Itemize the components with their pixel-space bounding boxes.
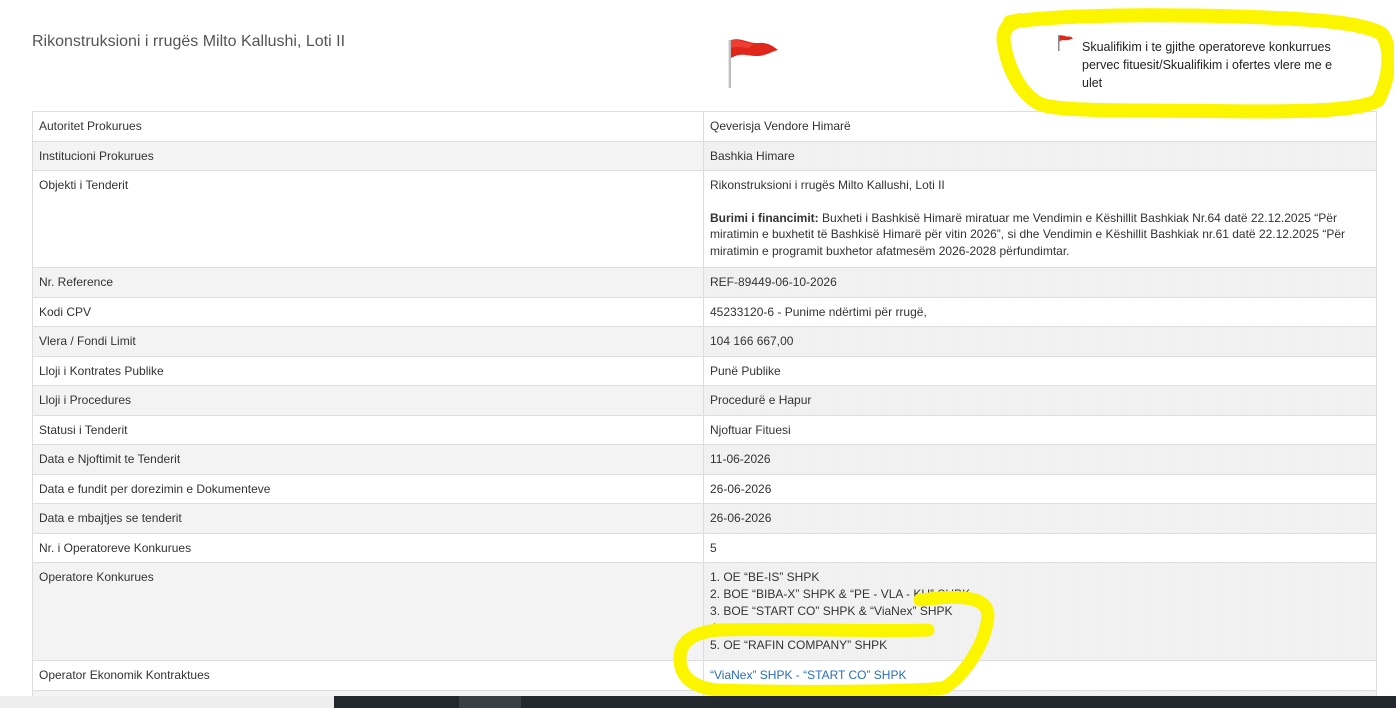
row-label: Institucioni Prokurues [32,140,704,171]
row-label: Objekti i Tenderit [32,170,704,268]
small-red-flag-icon [1058,35,1073,51]
table-row: Kodi CPV 45233120-6 - Punime ndërtimi pë… [32,296,1377,327]
table-row: Lloji i Kontrates Publike Punë Publike [32,355,1377,386]
row-label: Data e mbajtjes se tenderit [32,503,704,534]
list-item: 5. OE “RAFIN COMPANY” SHPK [710,638,888,652]
table-row: Statusi i Tenderit Njoftuar Fituesi [32,414,1377,445]
table-row: Vlera / Fondi Limit 104 166 667,00 [32,326,1377,357]
table-row: Objekti i Tenderit Rikonstruksioni i rru… [32,170,1377,268]
row-value: “ViaNex” SHPK - “START CO” SHPK [703,660,1377,691]
operators-list: 1. OE “BE-IS” SHPK 2. BOE “BIBA-X” SHPK … [703,562,1377,661]
table-row: Institucioni Prokurues Bashkia Himare [32,140,1377,171]
row-label: Data e Njoftimit te Tenderit [32,444,704,475]
row-label: Data e fundit per dorezimin e Dokumentev… [32,473,704,504]
table-row: Data e fundit per dorezimin e Dokumentev… [32,473,1377,504]
row-value: Bashkia Himare [703,140,1377,171]
page-title: Rikonstruksioni i rrugës Milto Kallushi,… [32,33,346,50]
row-value: Rikonstruksioni i rrugës Milto Kallushi,… [703,170,1377,268]
row-label: Vlera / Fondi Limit [32,326,704,357]
table-row: Data e mbajtjes se tenderit 26-06-2026 [32,503,1377,534]
table-row: Data e Njoftimit te Tenderit 11-06-2026 [32,444,1377,475]
taskbar-item[interactable] [459,696,521,708]
red-flag-icon [728,39,778,88]
table-row: Autoritet Prokurues Qeverisja Vendore Hi… [32,111,1377,142]
row-value: Procedurë e Hapur [703,385,1377,416]
table-row: Nr. Reference REF-89449-06-10-2026 [32,267,1377,298]
list-item: 2. BOE “BIBA-X” SHPK & “PE - VLA - KU” S… [710,587,971,601]
row-value: 104 166 667,00 [703,326,1377,357]
contractor-link[interactable]: “ViaNex” SHPK - “START CO” SHPK [710,668,906,682]
row-value: REF-89449-06-10-2026 [703,267,1377,298]
table-row: Operator Ekonomik Kontraktues “ViaNex” S… [32,660,1377,691]
row-label: Nr. i Operatoreve Konkurues [32,532,704,563]
row-label: Statusi i Tenderit [32,414,704,445]
row-value: Punë Publike [703,355,1377,386]
row-label: Nr. Reference [32,267,704,298]
table-row: Operatore Konkurues 1. OE “BE-IS” SHPK 2… [32,562,1377,661]
tender-object: Rikonstruksioni i rrugës Milto Kallushi,… [710,178,945,192]
taskbar-strip [0,696,1396,708]
row-value: 26-06-2026 [703,503,1377,534]
row-value: Njoftuar Fituesi [703,414,1377,445]
table-row: Nr. i Operatoreve Konkurues 5 [32,532,1377,563]
row-label: Operator Ekonomik Kontraktues [32,660,704,691]
taskbar-light-area [0,696,334,708]
funding-label: Burimi i financimit: [710,210,819,225]
funding-source: Burimi i financimit: Buxheti i Bashkisë … [710,210,1370,260]
row-value: Qeverisja Vendore Himarë [703,111,1377,142]
row-value: 11-06-2026 [703,444,1377,475]
flag-note: Skualifikim i te gjithe operatoreve konk… [1082,40,1333,90]
row-label: Lloji i Kontrates Publike [32,355,704,386]
row-value: 45233120-6 - Punime ndërtimi për rrugë, [703,296,1377,327]
table-row: Lloji i Procedures Procedurë e Hapur [32,385,1377,416]
list-item: 4. OE “T & XH” SHPK [710,621,827,635]
row-label: Autoritet Prokurues [32,111,704,142]
tender-page: Rikonstruksioni i rrugës Milto Kallushi,… [0,0,1396,708]
row-value: 5 [703,532,1377,563]
row-label: Operatore Konkurues [32,562,704,661]
row-label: Lloji i Procedures [32,385,704,416]
tender-details-table: Autoritet Prokurues Qeverisja Vendore Hi… [32,111,1377,708]
list-item: 1. OE “BE-IS” SHPK [710,570,820,584]
list-item: 3. BOE “START CO” SHPK & “ViaNex” SHPK [710,604,953,618]
row-value: 26-06-2026 [703,473,1377,504]
row-label: Kodi CPV [32,296,704,327]
